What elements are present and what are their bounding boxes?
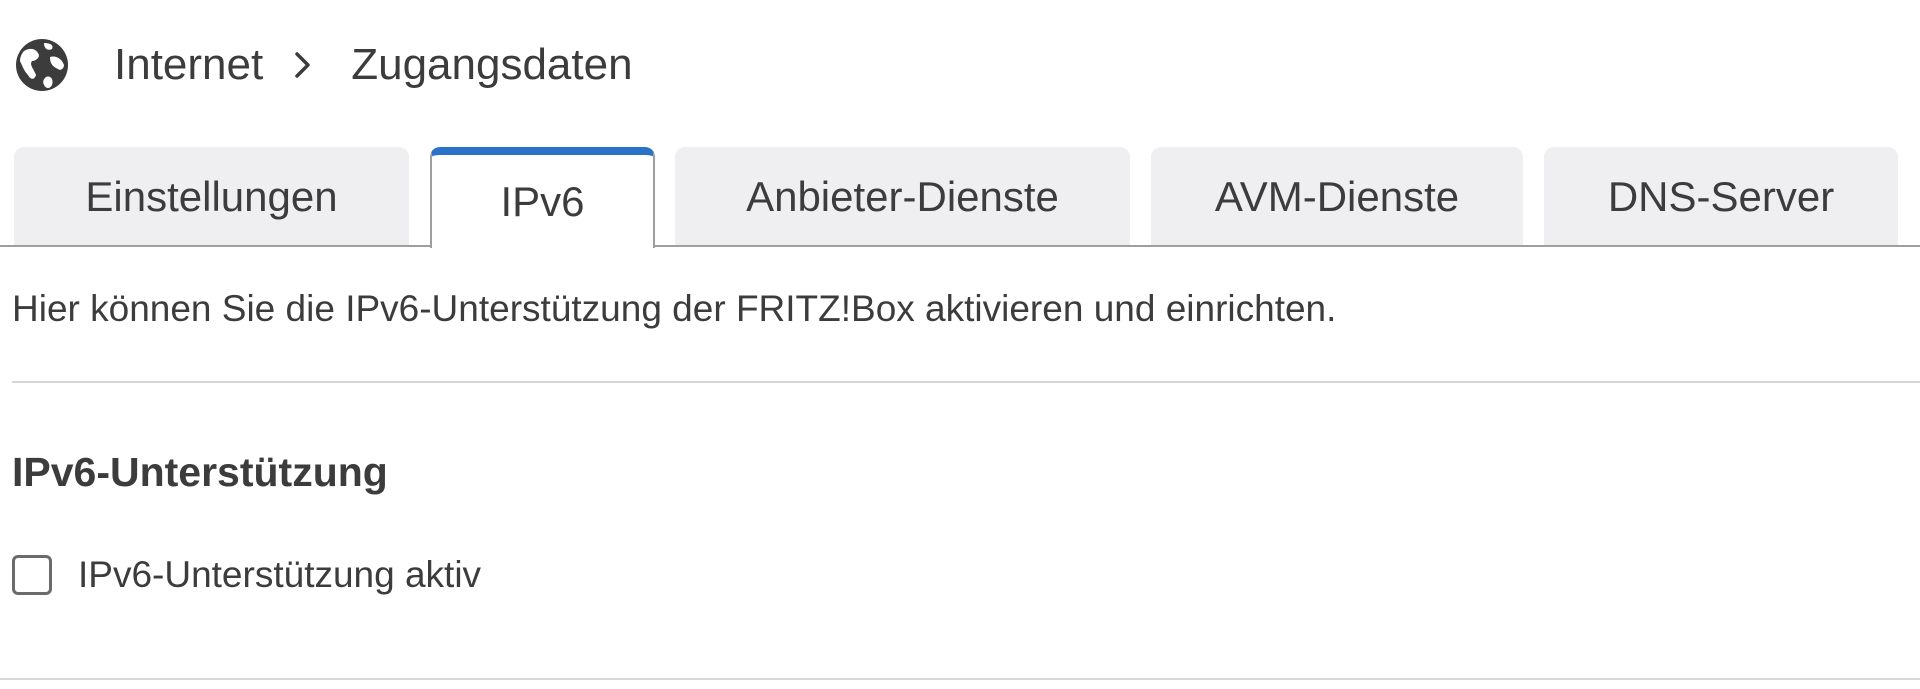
ipv6-support-checkbox-row[interactable]: IPv6-Unterstützung aktiv [12, 554, 481, 596]
tab-label: IPv6 [500, 177, 585, 225]
breadcrumb-root-link[interactable]: Internet [114, 40, 263, 90]
tab-ipv6[interactable]: IPv6 [430, 147, 655, 248]
tab-anbieter-dienste[interactable]: Anbieter-Dienste [675, 147, 1130, 246]
ipv6-support-checkbox[interactable] [12, 555, 52, 595]
tab-label: Einstellungen [85, 172, 338, 220]
checkbox-label[interactable]: IPv6-Unterstützung aktiv [78, 554, 481, 596]
page-description: Hier können Sie die IPv6-Unterstützung d… [12, 288, 1337, 329]
divider [12, 381, 1920, 383]
tab-label: AVM-Dienste [1214, 172, 1460, 220]
globe-icon [16, 39, 68, 91]
tab-avm-dienste[interactable]: AVM-Dienste [1151, 147, 1523, 246]
tab-dns-server[interactable]: DNS-Server [1544, 147, 1898, 246]
tab-einstellungen[interactable]: Einstellungen [14, 147, 409, 246]
tab-label: Anbieter-Dienste [746, 172, 1059, 220]
breadcrumb-current: Zugangsdaten [351, 40, 633, 89]
section-title: IPv6-Unterstützung [12, 449, 388, 495]
breadcrumb: Internet Zugangsdaten [14, 36, 633, 94]
tabs-baseline [0, 245, 1920, 247]
divider [0, 678, 1920, 680]
page: Internet Zugangsdaten Einstellungen IPv6… [0, 0, 1920, 689]
tab-label: DNS-Server [1607, 172, 1835, 220]
chevron-right-icon [295, 52, 310, 78]
